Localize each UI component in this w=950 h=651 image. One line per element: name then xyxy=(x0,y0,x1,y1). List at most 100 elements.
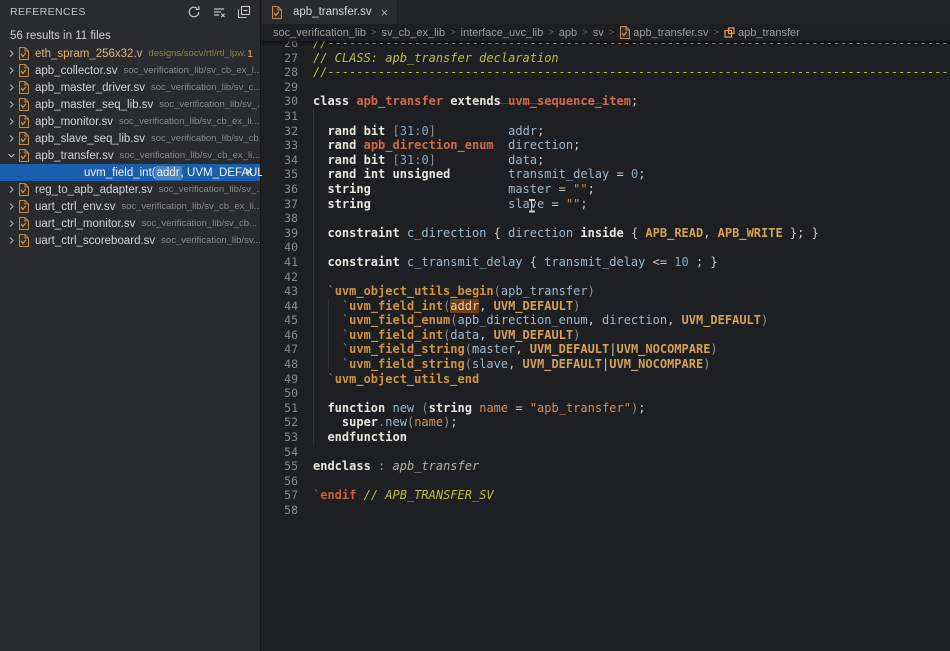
line-number[interactable]: 35 xyxy=(262,167,298,182)
code-line-49[interactable]: 49 `uvm_object_utils_end xyxy=(262,372,950,387)
chevron-down-icon[interactable] xyxy=(5,147,18,164)
line-number[interactable]: 42 xyxy=(262,270,298,285)
line-number[interactable]: 44 xyxy=(262,299,298,314)
code-line-48[interactable]: 48 `uvm_field_string(slave, UVM_DEFAULT|… xyxy=(262,357,950,372)
code-line-43[interactable]: 43 `uvm_object_utils_begin(apb_transfer) xyxy=(262,284,950,299)
code-line-53[interactable]: 53 endfunction xyxy=(262,430,950,445)
code-line-44[interactable]: 44 `uvm_field_int(addr, UVM_DEFAULT) xyxy=(262,299,950,314)
line-number[interactable]: 36 xyxy=(262,182,298,197)
line-number[interactable]: 26 xyxy=(262,41,298,51)
code-line-28[interactable]: 28//------------------------------------… xyxy=(262,65,950,80)
chevron-right-icon[interactable] xyxy=(5,215,18,232)
line-number[interactable]: 50 xyxy=(262,386,298,401)
code-line-50[interactable]: 50 xyxy=(262,386,950,401)
chevron-right-icon[interactable] xyxy=(5,198,18,215)
breadcrumb-item-apb_transfer-sv[interactable]: apb_transfer.sv xyxy=(619,26,708,39)
chevron-right-icon[interactable] xyxy=(5,96,18,113)
chevron-right-icon[interactable] xyxy=(5,62,18,79)
code-line-35[interactable]: 35 rand int unsigned transmit_delay = 0; xyxy=(262,167,950,182)
file-row-uart_ctrl_scoreboard-sv[interactable]: uart_ctrl_scoreboard.svsoc_verification_… xyxy=(0,232,260,249)
reference-item-selected[interactable]: uvm_field_int(addr, UVM_DEFAULT)× xyxy=(0,164,260,181)
code-line-40[interactable]: 40 xyxy=(262,240,950,255)
file-row-apb_master_seq_lib-sv[interactable]: apb_master_seq_lib.svsoc_verification_li… xyxy=(0,96,260,113)
line-number[interactable]: 45 xyxy=(262,313,298,328)
file-row-apb_transfer-sv[interactable]: apb_transfer.svsoc_verification_lib/sv_c… xyxy=(0,147,260,164)
clear-all-icon[interactable] xyxy=(211,4,227,20)
line-number[interactable]: 43 xyxy=(262,284,298,299)
code-line-57[interactable]: 57`endif // APB_TRANSFER_SV xyxy=(262,488,950,503)
line-number[interactable]: 34 xyxy=(262,153,298,168)
code-line-32[interactable]: 32 rand bit [31:0] addr; xyxy=(262,124,950,139)
chevron-right-icon[interactable] xyxy=(5,113,18,130)
file-row-reg_to_apb_adapter-sv[interactable]: reg_to_apb_adapter.svsoc_verification_li… xyxy=(0,181,260,198)
code-line-27[interactable]: 27// CLASS: apb_transfer declaration xyxy=(262,51,950,66)
file-row-uart_ctrl_monitor-sv[interactable]: uart_ctrl_monitor.svsoc_verification_lib… xyxy=(0,215,260,232)
line-number[interactable]: 47 xyxy=(262,342,298,357)
file-row-apb_master_driver-sv[interactable]: apb_master_driver.svsoc_verification_lib… xyxy=(0,79,260,96)
code-line-30[interactable]: 30class apb_transfer extends uvm_sequenc… xyxy=(262,94,950,109)
file-row-uart_ctrl_env-sv[interactable]: uart_ctrl_env.svsoc_verification_lib/sv_… xyxy=(0,198,260,215)
code-line-45[interactable]: 45 `uvm_field_enum(apb_direction_enum, d… xyxy=(262,313,950,328)
line-number[interactable]: 39 xyxy=(262,226,298,241)
code-line-38[interactable]: 38 xyxy=(262,211,950,226)
code-line-51[interactable]: 51 function new (string name = "apb_tran… xyxy=(262,401,950,416)
file-row-eth_spram_256x32-v[interactable]: eth_spram_256x32.vdesigns/socv/rtl/rtl_l… xyxy=(0,45,260,62)
line-number[interactable]: 37 xyxy=(262,197,298,212)
file-row-apb_collector-sv[interactable]: apb_collector.svsoc_verification_lib/sv_… xyxy=(0,62,260,79)
line-number[interactable]: 54 xyxy=(262,445,298,460)
code-line-41[interactable]: 41 constraint c_transmit_delay { transmi… xyxy=(262,255,950,270)
breadcrumb-item-apb[interactable]: apb xyxy=(559,27,577,39)
line-number[interactable]: 58 xyxy=(262,503,298,518)
line-number[interactable]: 57 xyxy=(262,488,298,503)
line-number[interactable]: 52 xyxy=(262,415,298,430)
breadcrumb-item-soc_verification_lib[interactable]: soc_verification_lib xyxy=(273,27,366,39)
breadcrumb-item-sv[interactable]: sv xyxy=(593,27,604,39)
code-line-31[interactable]: 31 xyxy=(262,109,950,124)
code-line-47[interactable]: 47 `uvm_field_string(master, UVM_DEFAULT… xyxy=(262,342,950,357)
chevron-right-icon[interactable] xyxy=(5,45,18,62)
breadcrumb-item-apb_transfer[interactable]: apb_transfer xyxy=(724,27,800,39)
chevron-right-icon[interactable] xyxy=(5,181,18,198)
code-line-54[interactable]: 54 xyxy=(262,445,950,460)
line-number[interactable]: 28 xyxy=(262,65,298,80)
file-row-apb_slave_seq_lib-sv[interactable]: apb_slave_seq_lib.svsoc_verification_lib… xyxy=(0,130,260,147)
file-row-apb_monitor-sv[interactable]: apb_monitor.svsoc_verification_lib/sv_cb… xyxy=(0,113,260,130)
line-number[interactable]: 40 xyxy=(262,240,298,255)
refresh-icon[interactable] xyxy=(186,4,202,20)
code-line-26[interactable]: 26//------------------------------------… xyxy=(262,41,950,51)
code-line-58[interactable]: 58 xyxy=(262,503,950,518)
code-line-42[interactable]: 42 xyxy=(262,270,950,285)
breadcrumb-item-sv_cb_ex_lib[interactable]: sv_cb_ex_lib xyxy=(382,27,446,39)
line-number[interactable]: 49 xyxy=(262,372,298,387)
code-line-56[interactable]: 56 xyxy=(262,474,950,489)
line-number[interactable]: 33 xyxy=(262,138,298,153)
code-line-33[interactable]: 33 rand apb_direction_enum direction; xyxy=(262,138,950,153)
line-number[interactable]: 38 xyxy=(262,211,298,226)
breadcrumb-item-interface_uvc_lib[interactable]: interface_uvc_lib xyxy=(461,27,544,39)
code-line-34[interactable]: 34 rand bit [31:0] data; xyxy=(262,153,950,168)
line-number[interactable]: 32 xyxy=(262,124,298,139)
tab-apb-transfer[interactable]: apb_transfer.sv × xyxy=(262,0,398,24)
line-number[interactable]: 48 xyxy=(262,357,298,372)
code-line-46[interactable]: 46 `uvm_field_int(data, UVM_DEFAULT) xyxy=(262,328,950,343)
line-number[interactable]: 29 xyxy=(262,80,298,95)
line-number[interactable]: 31 xyxy=(262,109,298,124)
chevron-right-icon[interactable] xyxy=(5,232,18,249)
tab-close-icon[interactable]: × xyxy=(381,6,389,19)
line-number[interactable]: 56 xyxy=(262,474,298,489)
code-line-55[interactable]: 55endclass : apb_transfer xyxy=(262,459,950,474)
code-line-37[interactable]: 37 string slave = ""; xyxy=(262,197,950,212)
line-number[interactable]: 46 xyxy=(262,328,298,343)
chevron-right-icon[interactable] xyxy=(5,79,18,96)
code-editor[interactable]: 26//------------------------------------… xyxy=(262,41,950,651)
line-number[interactable]: 27 xyxy=(262,51,298,66)
code-line-36[interactable]: 36 string master = ""; xyxy=(262,182,950,197)
code-line-39[interactable]: 39 constraint c_direction { direction in… xyxy=(262,226,950,241)
line-number[interactable]: 51 xyxy=(262,401,298,416)
close-icon[interactable]: × xyxy=(245,164,253,181)
line-number[interactable]: 53 xyxy=(262,430,298,445)
chevron-right-icon[interactable] xyxy=(5,130,18,147)
line-number[interactable]: 55 xyxy=(262,459,298,474)
collapse-all-icon[interactable] xyxy=(236,4,252,20)
code-line-29[interactable]: 29 xyxy=(262,80,950,95)
